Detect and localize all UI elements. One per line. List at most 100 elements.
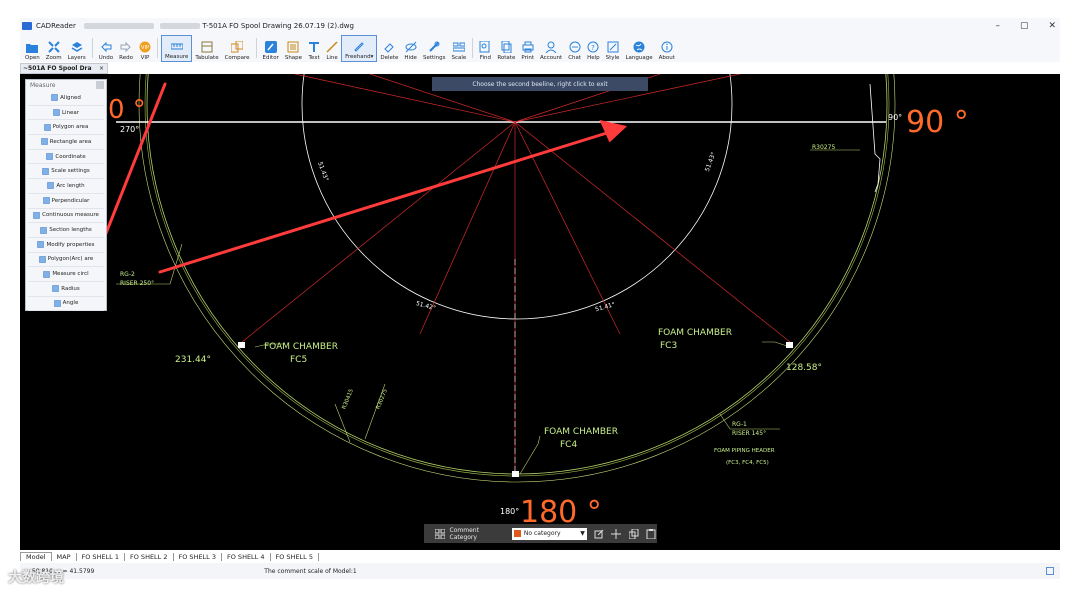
- chat-button[interactable]: Chat: [565, 35, 584, 62]
- grid-icon[interactable]: [434, 528, 446, 540]
- panel-pin-icon[interactable]: [96, 81, 104, 89]
- measure-item-rectangle-area[interactable]: Rectangle area: [28, 135, 104, 150]
- account-button[interactable]: Account: [537, 35, 565, 62]
- account-label: Account: [540, 55, 563, 61]
- app-name: CADReader: [36, 22, 76, 30]
- layout-tab-fo-shell-4[interactable]: FO SHELL 4: [222, 552, 271, 561]
- measure-item-angle[interactable]: Angle: [28, 297, 104, 312]
- print-icon: [522, 41, 534, 53]
- shell-profile: [869, 83, 881, 193]
- status-settings-icon[interactable]: [1046, 567, 1054, 575]
- layout-tab-fo-shell-2[interactable]: FO SHELL 2: [125, 552, 174, 561]
- measure-item-label: Aligned: [60, 94, 81, 101]
- move-icon[interactable]: [610, 528, 622, 540]
- style-button[interactable]: Style: [603, 35, 623, 62]
- comment-category-select[interactable]: No category ▼: [511, 527, 587, 540]
- measure-item-continuous-measure[interactable]: Continuous measure: [28, 209, 104, 224]
- help-icon: ?: [587, 41, 599, 53]
- drawing-canvas[interactable]: 270° 90° 90 ° 180° 180 ° 231.44° 128.58°…: [20, 74, 1060, 550]
- polygon-area-icon: [43, 123, 51, 131]
- rotate-button[interactable]: Rotate: [494, 35, 518, 62]
- layout-tab-fo-shell-3[interactable]: FO SHELL 3: [174, 552, 223, 561]
- hide-button[interactable]: Hide: [401, 35, 420, 62]
- layout-tab-fo-shell-5[interactable]: FO SHELL 5: [271, 552, 320, 561]
- marker-fc4: [512, 471, 519, 477]
- help-label: Help: [587, 55, 600, 61]
- about-button[interactable]: About: [656, 35, 678, 62]
- measure-button[interactable]: Measure: [160, 35, 193, 62]
- svg-text:?: ?: [591, 44, 595, 52]
- undo-label: Undo: [98, 55, 114, 61]
- measure-panel-header: Measure: [26, 80, 106, 91]
- print-label: Print: [521, 55, 534, 61]
- measure-item-radius[interactable]: Radius: [28, 282, 104, 297]
- label-270: 270°: [120, 125, 139, 134]
- label-fc-list: (FC3, FC4, FC5): [726, 460, 769, 466]
- main-toolbar: Open Zoom Layers Undo Redo VIP VIP Measur…: [20, 34, 1060, 62]
- layout-tab-map[interactable]: MAP: [52, 552, 77, 561]
- line-button[interactable]: Line: [323, 35, 341, 62]
- undo-button[interactable]: Undo: [96, 35, 116, 62]
- inner-circle: [301, 74, 733, 320]
- paste-icon[interactable]: [646, 528, 658, 540]
- measure-item-polygon-area[interactable]: Polygon area: [28, 120, 104, 136]
- open-button[interactable]: Open: [22, 35, 43, 62]
- measure-item-label: Modify properties: [46, 241, 95, 248]
- freehand-button[interactable]: Freehand▾: [341, 35, 378, 62]
- tabulate-button[interactable]: Tabulate: [192, 35, 221, 62]
- scale-button[interactable]: Scale: [449, 35, 470, 62]
- rotate-icon: [500, 41, 512, 53]
- layout-tab-model[interactable]: Model: [20, 552, 52, 561]
- toolbar-separator: [255, 38, 257, 58]
- document-tab[interactable]: ~501A FO Spool Dra ×: [20, 63, 108, 74]
- redo-button[interactable]: Redo: [116, 35, 136, 62]
- language-button[interactable]: Language: [622, 35, 655, 62]
- radial-line-e: [419, 121, 516, 335]
- find-button[interactable]: Find: [476, 35, 494, 62]
- label-180-small: 180°: [500, 507, 519, 516]
- text-button[interactable]: Text: [305, 35, 323, 62]
- measure-item-arc-length[interactable]: Arc length: [28, 179, 104, 194]
- measure-item-polygon-arc-are[interactable]: Polygon(Arc) are: [28, 253, 104, 268]
- watermark: 大数跨境: [8, 570, 64, 586]
- measure-item-measure-circl[interactable]: Measure circl: [28, 267, 104, 282]
- redo-icon: [120, 41, 132, 53]
- angle-icon: [53, 300, 61, 307]
- shape-button[interactable]: Shape: [282, 35, 305, 62]
- measure-item-linear[interactable]: Linear: [28, 106, 104, 121]
- compare-button[interactable]: Compare: [222, 35, 253, 62]
- measure-item-scale-settings[interactable]: Scale settings: [28, 164, 104, 180]
- label-51-43: 51.43°: [316, 161, 329, 182]
- measure-item-label: Section lengths: [49, 227, 92, 234]
- chat-label: Chat: [568, 55, 582, 61]
- measure-item-modify-properties[interactable]: Modify properties: [28, 238, 104, 253]
- delete-button[interactable]: Delete: [377, 35, 401, 62]
- title-bar: CADReader T-501A FO Spool Drawing 26.07.…: [20, 18, 1060, 34]
- shape-label: Shape: [284, 55, 303, 61]
- close-button[interactable]: ✕: [1048, 21, 1056, 31]
- minimize-button[interactable]: –: [995, 21, 1000, 31]
- help-button[interactable]: ? Help: [584, 35, 603, 62]
- eraser-icon: [383, 41, 395, 53]
- layers-button[interactable]: Layers: [65, 35, 89, 62]
- measure-item-label: Polygon(Arc) are: [47, 256, 94, 263]
- copy-icon[interactable]: [628, 528, 640, 540]
- label-r30275-top: R30275: [812, 144, 835, 151]
- measure-item-coordinate[interactable]: Coordinate: [28, 150, 104, 165]
- measure-item-perpendicular[interactable]: Perpendicular: [28, 194, 104, 209]
- zoom-label: Zoom: [45, 55, 62, 61]
- zoom-button[interactable]: Zoom: [43, 35, 65, 62]
- measure-item-label: Scale settings: [51, 168, 90, 175]
- document-tab-close-icon[interactable]: ×: [99, 65, 104, 72]
- measure-item-aligned[interactable]: Aligned: [28, 91, 104, 106]
- vip-button[interactable]: VIP VIP: [136, 35, 154, 62]
- editor-button[interactable]: Editor: [260, 35, 282, 62]
- settings-button[interactable]: Settings: [420, 35, 449, 62]
- delete-label: Delete: [380, 55, 399, 61]
- maximize-button[interactable]: ▢: [1020, 21, 1029, 31]
- label-r30275-bottom: R30275: [375, 388, 389, 410]
- layout-tab-fo-shell-1[interactable]: FO SHELL 1: [77, 552, 126, 561]
- measure-item-section-lengths[interactable]: Section lengths: [28, 223, 104, 238]
- print-button[interactable]: Print: [518, 35, 537, 62]
- edit-icon[interactable]: [593, 528, 605, 540]
